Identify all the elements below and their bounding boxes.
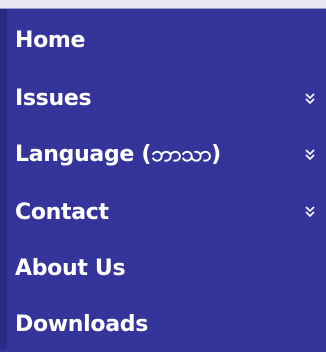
double-chevron-down-icon xyxy=(305,149,315,161)
menu-item-issues[interactable]: Issues xyxy=(7,71,326,126)
menu-item-label: Language (ဘာသာ) xyxy=(15,141,221,167)
menu-item-home[interactable]: Home xyxy=(7,9,326,71)
sidebar-menu: Home Issues Language (ဘာသာ) Contact Abou… xyxy=(0,9,326,349)
double-chevron-down-icon xyxy=(305,92,315,104)
menu-item-downloads[interactable]: Downloads xyxy=(7,296,326,352)
menu-item-contact[interactable]: Contact xyxy=(7,184,326,240)
top-strip xyxy=(0,0,326,9)
menu-item-label: About Us xyxy=(15,255,126,281)
menu-item-label: Home xyxy=(15,27,86,53)
menu-item-language[interactable]: Language (ဘာသာ) xyxy=(7,126,326,184)
menu-item-about-us[interactable]: About Us xyxy=(7,240,326,296)
menu-item-label: Contact xyxy=(15,199,109,225)
menu-item-label: Downloads xyxy=(15,311,149,337)
double-chevron-down-icon xyxy=(305,206,315,218)
menu-item-label: Issues xyxy=(15,86,92,111)
